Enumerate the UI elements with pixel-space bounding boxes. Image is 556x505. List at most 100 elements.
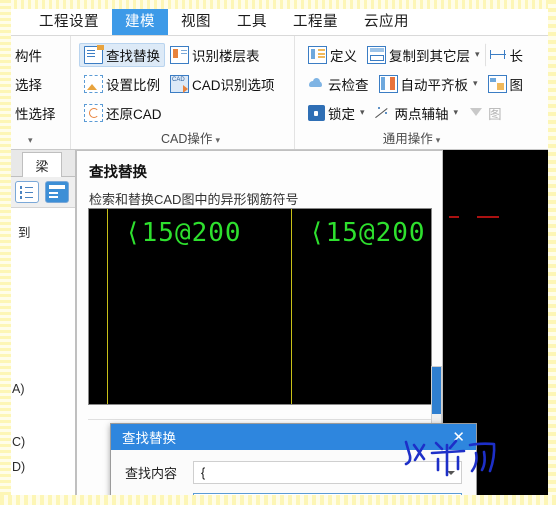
field-row-replace-with: 替换为 C三级钢 <box>125 493 462 499</box>
find-replace-icon <box>84 44 104 64</box>
sidebar-body: 到 A) C) D) <box>8 208 75 499</box>
image-icon <box>487 74 507 93</box>
cad-red-marker <box>477 216 499 218</box>
ribbon-item-restore-cad[interactable]: 还原CAD <box>79 101 167 125</box>
page-edge-right <box>548 0 556 505</box>
ribbon-group-label-general[interactable]: 通用操作 ▾ <box>285 128 538 147</box>
ribbon-item-auto-flatten-slab[interactable]: 自动平齐板 ▾ <box>374 72 483 96</box>
chevron-down-icon[interactable]: ▾ <box>475 49 480 60</box>
ribbon-item-cad-options[interactable]: CAD识别选项 <box>165 72 280 96</box>
chevron-down-icon[interactable]: ▾ <box>360 107 365 118</box>
list-view-button[interactable] <box>14 181 39 203</box>
cad-guide-line <box>107 209 108 404</box>
tab-cloud-apps[interactable]: 云应用 <box>351 6 422 35</box>
lock-icon <box>308 104 325 121</box>
ribbon-item-label: 定义 <box>330 48 357 64</box>
tab-tools[interactable]: 工具 <box>224 6 280 35</box>
ribbon-group-caret-left-icon[interactable]: ▾ <box>28 135 33 146</box>
sidebar-tab-strip: 梁 <box>8 150 75 177</box>
ribbon-item-select[interactable]: 选择 <box>10 72 47 96</box>
replace-with-input[interactable]: C三级钢 <box>193 493 462 499</box>
watermark <box>402 433 498 479</box>
replace-with-label: 替换为 <box>125 495 193 499</box>
ribbon-group-cad-operations: 查找替换 识别楼层表 设置比例 CAD识别选项 <box>70 36 294 149</box>
ribbon-item-label: CAD识别选项 <box>192 77 275 93</box>
cad-preview-canvas[interactable]: ⟨15@200 ⟨15@200 <box>88 208 432 405</box>
ribbon-item-label: 复制到其它层 <box>389 48 470 64</box>
application-window: 工程设置 建模 视图 工具 工程量 云应用 构件 选择 性选择 ▾ 查找替换 识… <box>8 6 548 499</box>
chevron-down-icon[interactable]: ▾ <box>215 135 220 145</box>
cad-options-icon <box>170 74 189 93</box>
ribbon-group-general-operations: 定义 复制到其它层 ▾ 长 云检查 自动平齐板 ▾ 图 锁定 ▾ 两点辅轴 ▾ … <box>294 36 548 149</box>
text-cursor <box>246 498 248 499</box>
ribbon-item-label: 云检查 <box>328 77 369 93</box>
ribbon-item-image[interactable]: 图 <box>483 72 529 96</box>
ribbon-item-prop-select[interactable]: 性选择 <box>10 101 61 125</box>
ribbon-group-label-cad[interactable]: CAD操作 ▾ <box>79 128 302 147</box>
ribbon-item-cloud-check[interactable]: 云检查 <box>303 72 374 96</box>
length-icon <box>489 47 507 63</box>
ribbon-item-find-replace[interactable]: 查找替换 <box>79 42 165 67</box>
ribbon-item-label: 两点辅轴 <box>394 106 449 122</box>
ribbon-item-copy-to-other-layer[interactable]: 复制到其它层 ▾ <box>362 43 485 67</box>
ribbon-item-label: 长 <box>509 48 524 64</box>
sidebar-tab-beam[interactable]: 梁 <box>22 152 62 177</box>
chevron-down-icon[interactable]: ▾ <box>436 135 441 145</box>
cad-red-marker <box>449 216 459 218</box>
two-point-axis-icon <box>375 105 392 121</box>
ribbon-item-label: 识别楼层表 <box>192 48 260 64</box>
ribbon-item-lock[interactable]: 锁定 ▾ <box>303 101 370 125</box>
ribbon-item-identify-floor-table[interactable]: 识别楼层表 <box>165 43 265 67</box>
replace-with-value: C <box>201 498 210 500</box>
property-view-button[interactable] <box>44 181 69 203</box>
copy-to-layer-icon <box>367 45 386 64</box>
find-what-value: { <box>201 465 206 480</box>
ribbon-item-length[interactable]: 长 <box>484 42 529 67</box>
set-scale-icon <box>84 74 103 93</box>
chevron-down-icon[interactable]: ▾ <box>454 107 459 118</box>
scrollbar-thumb[interactable] <box>432 367 441 414</box>
filter-icon <box>468 105 485 121</box>
chevron-down-icon[interactable]: ▾ <box>473 78 478 89</box>
replace-with-selection: 三级钢 <box>210 495 248 499</box>
tab-quantity[interactable]: 工程量 <box>280 6 351 35</box>
floor-table-icon <box>170 45 189 64</box>
cad-text-entry: ⟨15@200 <box>309 218 426 248</box>
tab-project-settings[interactable]: 工程设置 <box>26 6 112 35</box>
ribbon-group-truncated-left: 构件 选择 性选择 ▾ <box>8 36 70 149</box>
ribbon-group-label-text: CAD操作 <box>161 132 213 146</box>
panel-title: 查找替换 <box>89 165 147 181</box>
restore-cad-icon <box>84 103 103 122</box>
dialog-title: 查找替换 <box>122 431 176 446</box>
sidebar-ghost-label: A) <box>12 382 25 396</box>
ribbon-tab-bar: 工程设置 建模 视图 工具 工程量 云应用 <box>8 6 548 36</box>
cad-guide-line <box>291 209 292 404</box>
ribbon-item-set-scale[interactable]: 设置比例 <box>79 72 165 96</box>
ribbon-item-label: 还原CAD <box>106 106 162 122</box>
left-sidebar: 梁 到 A) C) D) <box>8 150 76 499</box>
ribbon-item-label: 查找替换 <box>106 48 160 64</box>
ribbon-item-filter-image[interactable]: 图 <box>463 101 507 125</box>
cad-text-entry: ⟨15@200 <box>125 218 242 248</box>
sidebar-ghost-label: C) <box>12 435 26 449</box>
ribbon-group-label-text: 通用操作 <box>382 132 433 146</box>
ribbon: 构件 选择 性选择 ▾ 查找替换 识别楼层表 设置比例 CAD CAD识别选项 … <box>8 36 548 150</box>
tab-view[interactable]: 视图 <box>168 6 224 35</box>
cloud-check-icon <box>308 76 325 92</box>
panel-divider <box>88 419 432 420</box>
ribbon-item-label: 图 <box>488 106 502 122</box>
find-what-label: 查找内容 <box>125 466 178 481</box>
ribbon-item-component[interactable]: 构件 <box>10 43 47 67</box>
sidebar-ghost-label: D) <box>12 460 26 474</box>
ribbon-item-label: 设置比例 <box>106 77 160 93</box>
auto-flatten-icon <box>378 74 398 93</box>
ribbon-item-label: 自动平齐板 <box>400 77 469 93</box>
ribbon-item-label: 图 <box>509 77 524 93</box>
panel-subtitle: 检索和替换CAD图中的异形钢筋符号 <box>89 192 299 207</box>
ribbon-item-two-point-aux-axis[interactable]: 两点辅轴 ▾ <box>370 101 464 125</box>
sidebar-ghost-label: 到 <box>18 226 31 240</box>
ribbon-item-label: 锁定 <box>328 106 355 122</box>
define-icon <box>308 45 327 64</box>
ribbon-item-define[interactable]: 定义 <box>303 43 362 67</box>
tab-modeling[interactable]: 建模 <box>112 6 168 35</box>
